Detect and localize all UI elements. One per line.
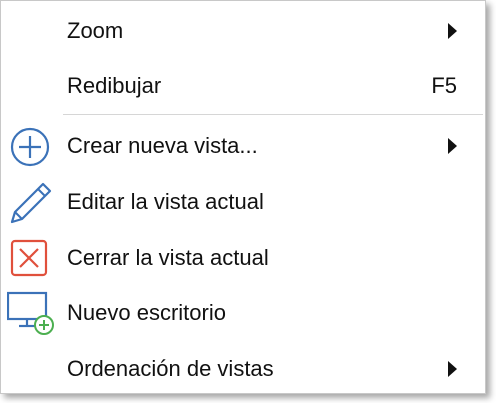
- menu-item-view-ordering[interactable]: Ordenación de vistas: [1, 343, 485, 395]
- shortcut-label: F5: [431, 73, 457, 98]
- submenu-arrow-icon: [448, 361, 457, 377]
- menu-item-new-desktop[interactable]: Nuevo escritorio: [1, 287, 485, 339]
- menu-item-edit-view[interactable]: Editar la vista actual: [1, 176, 485, 228]
- menu-item-label: Cerrar la vista actual: [67, 245, 269, 270]
- menu-item-label: Zoom: [67, 18, 124, 43]
- submenu-arrow-icon: [448, 138, 457, 154]
- menu-item-redraw[interactable]: Redibujar F5: [1, 60, 485, 112]
- menu-item-zoom[interactable]: Zoom: [1, 5, 485, 57]
- plus-circle-icon: [7, 122, 55, 170]
- menu-item-label: Redibujar: [67, 73, 162, 98]
- pencil-icon: [7, 178, 55, 226]
- menu-item-label: Editar la vista actual: [67, 189, 264, 214]
- menu-separator: [63, 114, 483, 115]
- monitor-add-icon: [6, 289, 55, 337]
- submenu-arrow-icon: [448, 23, 457, 39]
- menu-item-create-view[interactable]: Crear nueva vista...: [1, 120, 485, 172]
- menu-item-label: Nuevo escritorio: [67, 300, 226, 325]
- menu-item-label: Ordenación de vistas: [67, 356, 274, 381]
- context-menu: Zoom Redibujar F5 Crear nueva vista... E…: [0, 0, 486, 394]
- close-box-icon: [7, 234, 55, 282]
- menu-item-close-view[interactable]: Cerrar la vista actual: [1, 232, 485, 284]
- menu-item-label: Crear nueva vista...: [67, 133, 258, 158]
